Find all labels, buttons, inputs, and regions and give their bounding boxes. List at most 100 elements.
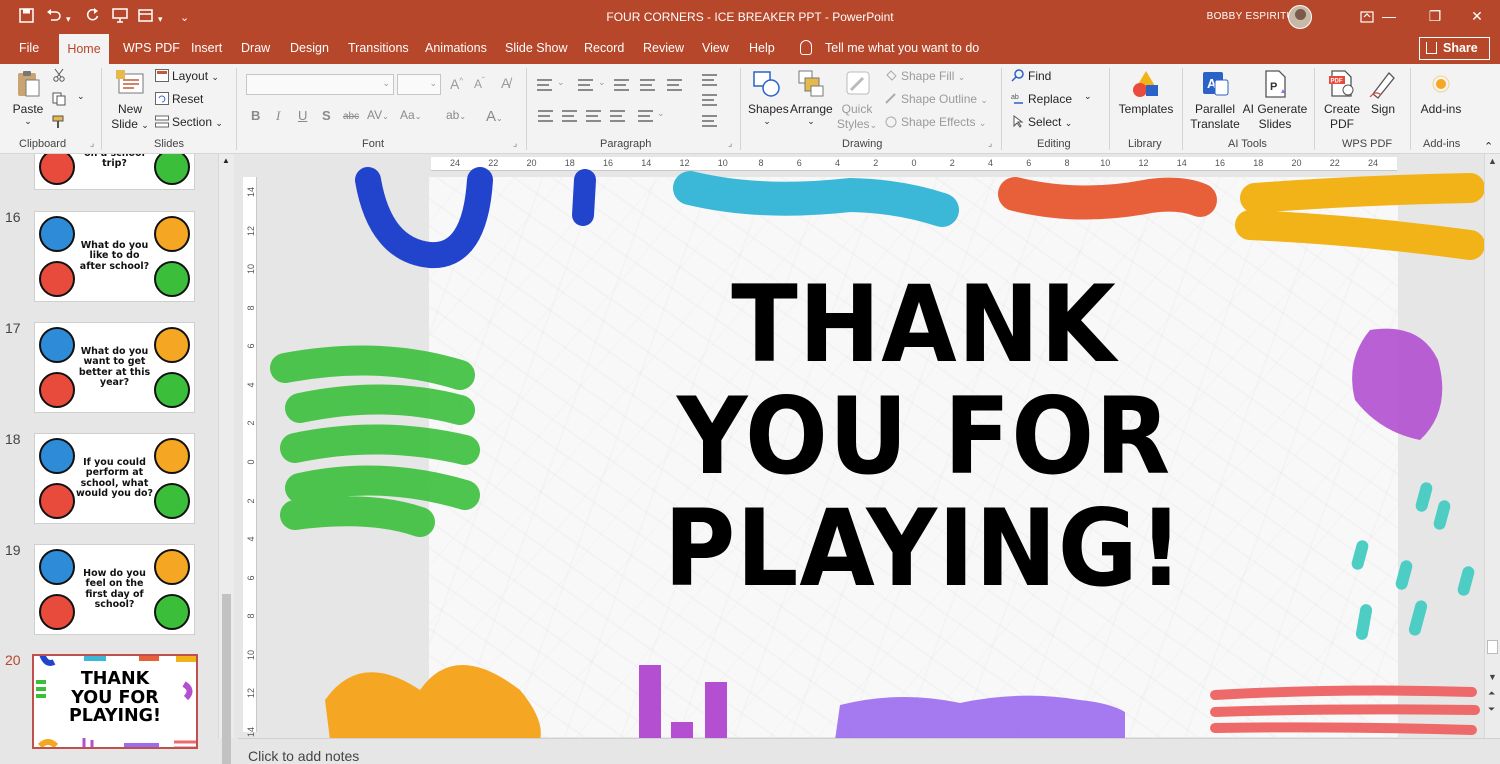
reset-button[interactable]: Reset bbox=[155, 92, 203, 106]
layout-button[interactable]: Layout ⌄ bbox=[155, 69, 219, 83]
shape-fill-button[interactable]: Shape Fill ⌄ bbox=[884, 69, 965, 83]
tab-design[interactable]: Design bbox=[290, 41, 329, 55]
tab-home[interactable]: Home bbox=[59, 34, 109, 64]
layout-icon[interactable] bbox=[138, 8, 153, 26]
shapes-button[interactable]: Shapes ⌄ bbox=[748, 68, 789, 126]
slide-thumbnail-panel[interactable]: on a school trip? 16 What do you like to… bbox=[0, 154, 237, 764]
text-direction-icon[interactable] bbox=[702, 74, 717, 86]
save-icon[interactable] bbox=[19, 8, 34, 26]
tab-file[interactable]: File bbox=[19, 41, 39, 55]
increase-indent-icon[interactable] bbox=[640, 79, 655, 91]
next-slide-icon[interactable]: ⏷ bbox=[1488, 704, 1495, 715]
tab-draw[interactable]: Draw bbox=[241, 41, 270, 55]
scroll-down-icon[interactable]: ▼ bbox=[1488, 672, 1497, 682]
tell-me-search[interactable]: Tell me what you want to do bbox=[825, 41, 979, 55]
parallel-translate-button[interactable]: A Parallel Translate bbox=[1188, 68, 1242, 132]
section-button[interactable]: Section ⌄ bbox=[155, 115, 223, 129]
line-spacing-icon[interactable] bbox=[667, 79, 682, 91]
smartart-icon[interactable] bbox=[702, 115, 717, 127]
copy-dropdown-icon[interactable]: ⌄ bbox=[77, 91, 85, 102]
change-case-icon[interactable]: Aa⌄ bbox=[400, 108, 421, 122]
scrollbar-thumb[interactable] bbox=[222, 594, 231, 764]
decrease-font-icon[interactable]: Aˇ bbox=[474, 76, 485, 91]
tab-wps-pdf[interactable]: WPS PDF bbox=[123, 41, 180, 55]
bullets-icon[interactable] bbox=[537, 79, 552, 91]
tab-help[interactable]: Help bbox=[749, 41, 775, 55]
avatar[interactable] bbox=[1288, 5, 1312, 29]
select-button[interactable]: Select ⌄ bbox=[1011, 115, 1072, 129]
align-center-icon[interactable] bbox=[562, 110, 577, 122]
slide-thumbnail-19[interactable]: How do you feel on the first day of scho… bbox=[34, 544, 195, 635]
decrease-indent-icon[interactable] bbox=[614, 79, 629, 91]
strikethrough-icon[interactable]: abc bbox=[343, 111, 359, 122]
paste-button[interactable]: Paste ⌄ bbox=[10, 68, 46, 126]
tab-view[interactable]: View bbox=[702, 41, 729, 55]
collapse-ribbon-icon[interactable]: ⌃ bbox=[1484, 140, 1493, 153]
scrollbar-thumb[interactable] bbox=[1487, 640, 1498, 654]
tab-review[interactable]: Review bbox=[643, 41, 684, 55]
font-size-combo[interactable]: ⌄ bbox=[397, 74, 441, 95]
customize-qat-icon[interactable]: ⌄ bbox=[180, 10, 189, 26]
current-slide[interactable]: THANK YOU FOR PLAYING! bbox=[429, 177, 1398, 737]
sign-button[interactable]: Sign bbox=[1364, 68, 1402, 117]
thumbnail-scrollbar[interactable]: ▲ bbox=[218, 154, 234, 764]
paragraph-launcher-icon[interactable]: ⌟ bbox=[728, 138, 732, 149]
notes-placeholder[interactable]: Click to add notes bbox=[248, 748, 359, 764]
tab-insert[interactable]: Insert bbox=[191, 41, 222, 55]
font-launcher-icon[interactable]: ⌟ bbox=[513, 138, 517, 149]
drawing-launcher-icon[interactable]: ⌟ bbox=[988, 138, 992, 149]
scroll-up-icon[interactable]: ▲ bbox=[1488, 156, 1497, 166]
shape-outline-button[interactable]: Shape Outline ⌄ bbox=[884, 92, 988, 106]
arrange-button[interactable]: Arrange ⌄ bbox=[790, 68, 833, 126]
replace-button[interactable]: ab Replace bbox=[1011, 92, 1072, 106]
close-button[interactable]: ✕ bbox=[1454, 0, 1500, 34]
undo-dropdown-icon[interactable]: ▾ bbox=[66, 11, 71, 27]
chevron-down-icon[interactable]: ⌄ bbox=[1084, 91, 1092, 102]
increase-font-icon[interactable]: A^ bbox=[450, 76, 463, 92]
chevron-down-icon[interactable]: ⌄ bbox=[557, 77, 565, 88]
numbering-icon[interactable] bbox=[578, 79, 593, 91]
templates-button[interactable]: Templates bbox=[1116, 68, 1176, 117]
italic-icon[interactable]: I bbox=[276, 108, 280, 124]
new-slide-button[interactable]: New Slide ⌄ bbox=[108, 68, 152, 133]
tab-animations[interactable]: Animations bbox=[425, 41, 487, 55]
ai-generate-slides-button[interactable]: P AI Generate Slides bbox=[1242, 68, 1308, 132]
font-name-combo[interactable]: ⌄ bbox=[246, 74, 394, 95]
share-button[interactable]: Share bbox=[1419, 37, 1490, 60]
format-painter-icon[interactable] bbox=[52, 115, 66, 132]
font-color-icon[interactable]: A⌄ bbox=[486, 108, 503, 125]
text-shadow-icon[interactable]: S bbox=[322, 108, 331, 123]
create-pdf-button[interactable]: PDF Create PDF bbox=[1320, 68, 1364, 132]
bold-icon[interactable]: B bbox=[251, 108, 260, 123]
slide-thumbnail-16[interactable]: What do you like to do after school? bbox=[34, 211, 195, 302]
character-spacing-icon[interactable]: AV⌄ bbox=[367, 108, 389, 122]
align-left-icon[interactable] bbox=[538, 110, 553, 122]
shape-effects-button[interactable]: Shape Effects ⌄ bbox=[884, 115, 986, 129]
align-right-icon[interactable] bbox=[586, 110, 601, 122]
clipboard-launcher-icon[interactable]: ⌟ bbox=[90, 138, 94, 149]
tab-record[interactable]: Record bbox=[584, 41, 624, 55]
slide-thumbnail-20[interactable]: THANK YOU FOR PLAYING! bbox=[32, 654, 198, 749]
paste-dropdown-icon[interactable]: ⌄ bbox=[10, 117, 46, 126]
minimize-button[interactable]: — bbox=[1366, 0, 1412, 34]
align-text-icon[interactable] bbox=[702, 94, 717, 106]
highlight-icon[interactable]: ab⌄ bbox=[446, 108, 466, 122]
clear-formatting-icon[interactable]: A̸ bbox=[501, 75, 510, 91]
undo-icon[interactable] bbox=[46, 8, 62, 26]
slide-thumbnail-18[interactable]: If you could perform at school, what wou… bbox=[34, 433, 195, 524]
cut-icon[interactable] bbox=[52, 68, 66, 85]
redo-icon[interactable] bbox=[85, 8, 100, 26]
slide-thumbnail-15[interactable]: on a school trip? bbox=[34, 154, 195, 190]
underline-icon[interactable]: U bbox=[298, 108, 307, 123]
scroll-up-icon[interactable]: ▲ bbox=[222, 156, 230, 165]
justify-icon[interactable] bbox=[610, 110, 625, 122]
tab-transitions[interactable]: Transitions bbox=[348, 41, 409, 55]
previous-slide-icon[interactable]: ⏶ bbox=[1488, 688, 1495, 699]
present-icon[interactable] bbox=[112, 8, 128, 26]
user-name[interactable]: BOBBY ESPIRITU bbox=[1207, 11, 1294, 22]
slide-title[interactable]: THANK YOU FOR PLAYING! bbox=[625, 269, 1223, 605]
tab-slide-show[interactable]: Slide Show bbox=[505, 41, 568, 55]
maximize-button[interactable]: ❐ bbox=[1412, 0, 1458, 34]
chevron-down-icon[interactable]: ⌄ bbox=[598, 77, 606, 88]
chevron-down-icon[interactable]: ▾ bbox=[158, 11, 163, 27]
